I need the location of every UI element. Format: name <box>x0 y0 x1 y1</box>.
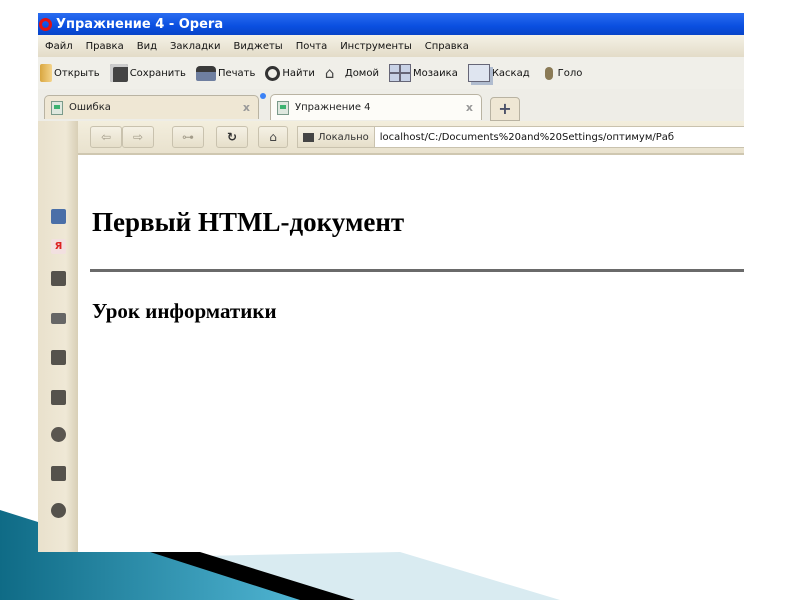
menu-edit[interactable]: Правка <box>86 41 124 52</box>
menu-mail[interactable]: Почта <box>296 41 328 52</box>
history-panel-icon[interactable] <box>51 503 66 518</box>
horizontal-rule <box>90 269 744 272</box>
security-badge[interactable]: Локально <box>298 127 375 147</box>
forward-button[interactable]: ⇨ <box>122 126 154 148</box>
menu-help[interactable]: Справка <box>425 41 469 52</box>
downloads-panel-icon[interactable] <box>51 466 66 481</box>
bookmarks-panel-icon[interactable] <box>51 209 66 224</box>
back-button[interactable]: ⇦ <box>90 126 122 148</box>
address-bar[interactable]: Локально localhost/C:/Documents%20and%20… <box>297 126 744 148</box>
tile-icon <box>388 64 411 82</box>
transfers-panel-icon[interactable] <box>51 427 66 442</box>
save-button[interactable]: Сохранить <box>109 64 186 82</box>
page-heading: Первый HTML-документ <box>92 207 405 237</box>
page-icon <box>277 100 289 115</box>
cascade-icon <box>467 64 490 82</box>
home-icon: ⌂ <box>324 64 335 82</box>
page-content: Первый HTML-документ Урок информатики <box>78 155 744 552</box>
microphone-icon <box>544 66 553 80</box>
menu-tools[interactable]: Инструменты <box>340 41 412 52</box>
panel-sidebar: Я <box>38 121 78 552</box>
tab-activity-dot <box>260 93 266 99</box>
printer-icon <box>195 65 216 81</box>
main-toolbar: Открыть Сохранить Печать Найти ⌂ Домой М… <box>38 57 744 89</box>
opera-browser-window: Упражнение 4 - Opera Файл Правка Вид Зак… <box>38 13 744 552</box>
settings-panel-icon[interactable] <box>51 350 66 365</box>
voice-button[interactable]: Голо <box>540 66 582 80</box>
open-folder-icon <box>40 64 52 82</box>
tile-button[interactable]: Мозаика <box>388 64 458 82</box>
home-toolbar-button[interactable]: ⌂ Домой <box>325 64 379 82</box>
tab-error[interactable]: Ошибка x <box>44 95 259 119</box>
tab-close-button[interactable]: x <box>243 101 250 114</box>
tab-exercise-4[interactable]: Упражнение 4 x <box>270 94 482 120</box>
slide-wave-light <box>0 552 560 600</box>
search-icon <box>265 65 281 81</box>
menu-file[interactable]: Файл <box>45 41 73 52</box>
title-bar: Упражнение 4 - Opera <box>38 13 744 35</box>
opera-logo-icon <box>39 17 52 31</box>
new-tab-button[interactable]: + <box>490 97 520 121</box>
save-disk-icon <box>109 64 128 82</box>
print-button[interactable]: Печать <box>195 65 255 81</box>
notes-panel-icon[interactable] <box>51 390 66 405</box>
url-field[interactable]: localhost/C:/Documents%20and%20Settings/… <box>375 132 674 143</box>
page-paragraph: Урок информатики <box>92 299 277 323</box>
reload-button[interactable]: ↻ <box>216 126 248 148</box>
home-button[interactable]: ⌂ <box>258 126 288 148</box>
navigation-bar: ⇦ ⇨ ⊶ ↻ ⌂ Локально localhost/C:/Document… <box>78 121 744 155</box>
widgets-panel-icon[interactable] <box>51 271 66 286</box>
computer-icon <box>303 132 314 142</box>
cascade-button[interactable]: Каскад <box>467 64 530 82</box>
open-button[interactable]: Открыть <box>40 64 100 82</box>
tab-close-button[interactable]: x <box>466 101 473 114</box>
page-icon <box>51 100 63 115</box>
yandex-panel-icon[interactable]: Я <box>51 239 66 254</box>
menu-bookmarks[interactable]: Закладки <box>170 41 221 52</box>
menu-bar: Файл Правка Вид Закладки Виджеты Почта И… <box>38 35 744 57</box>
menu-view[interactable]: Вид <box>137 41 157 52</box>
mail-panel-icon[interactable] <box>51 313 66 324</box>
find-button[interactable]: Найти <box>265 65 315 81</box>
window-title: Упражнение 4 - Opera <box>56 16 224 32</box>
menu-widgets[interactable]: Виджеты <box>234 41 283 52</box>
slide-wave-black <box>120 552 355 600</box>
wand-key-button[interactable]: ⊶ <box>172 126 204 148</box>
tab-bar: Ошибка x Упражнение 4 x + <box>38 89 744 122</box>
